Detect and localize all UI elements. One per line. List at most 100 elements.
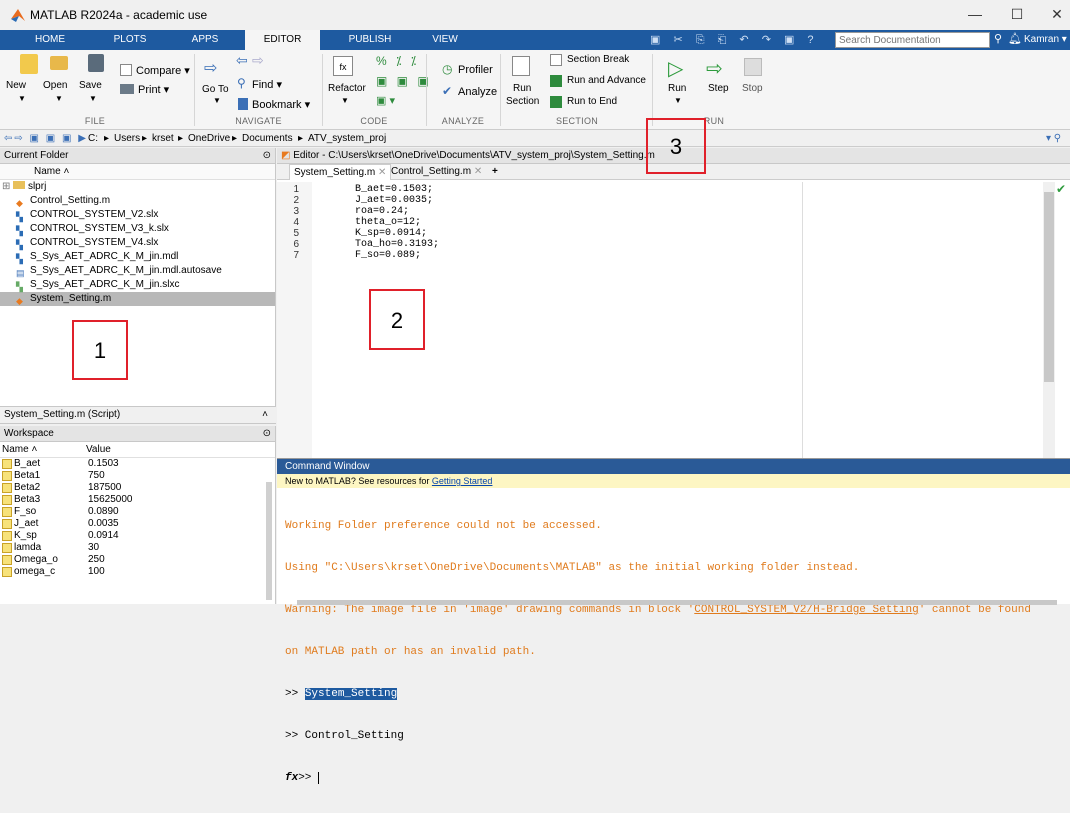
code-area[interactable]: B_aet=0.1503; J_aet=0.0035; roa=0.24; theta…: [355, 184, 439, 261]
open-dropdown-arrow-icon[interactable]: ▼: [55, 94, 63, 103]
comment-icons[interactable]: % ⁒ ⁒: [376, 54, 419, 68]
table-row[interactable]: omega_c 100: [0, 566, 275, 578]
m-file-icon: ◆: [16, 296, 23, 306]
workspace-scrollbar[interactable]: [266, 482, 272, 600]
bookmark-button[interactable]: Bookmark ▾: [252, 98, 310, 111]
tab-home[interactable]: HOME: [20, 30, 80, 50]
pane-menu-icon[interactable]: ⊙: [263, 426, 271, 442]
user-menu[interactable]: Kamran ▾: [1024, 34, 1067, 45]
run-section-button-label[interactable]: Section: [506, 96, 539, 107]
goto-button[interactable]: Go To: [202, 84, 229, 95]
code-line[interactable]: roa=0.24;: [355, 206, 439, 217]
new-dropdown-arrow-icon[interactable]: ▼: [18, 94, 26, 103]
list-item[interactable]: S_Sys_AET_ADRC_K_M_jin.slxc: [0, 278, 275, 292]
step-icon: ⇨: [706, 58, 723, 80]
refactor-button[interactable]: Refactor: [328, 83, 366, 94]
list-item[interactable]: CONTROL_SYSTEM_V3_k.slx: [0, 222, 275, 236]
new-tab-button[interactable]: +: [492, 164, 498, 180]
table-row[interactable]: Omega_o 250: [0, 554, 275, 566]
run-section-button[interactable]: Run: [513, 83, 531, 94]
list-item[interactable]: CONTROL_SYSTEM_V4.slx: [0, 236, 275, 250]
editor-scrollbar[interactable]: [1043, 182, 1055, 458]
pane-menu-icon[interactable]: ⊙: [263, 148, 271, 164]
command-window-scrollbar[interactable]: [297, 600, 1057, 605]
new-button[interactable]: New: [6, 80, 26, 91]
smart-indent-icon[interactable]: ▣ ▾: [376, 94, 395, 107]
fx-icon[interactable]: fx: [285, 772, 298, 784]
selected-command[interactable]: System_Setting: [304, 688, 398, 700]
details-bar[interactable]: System_Setting.m (Script) ˄: [0, 406, 276, 424]
maximize-button[interactable]: ☐: [1002, 6, 1032, 26]
path-onedrive[interactable]: OneDrive: [188, 131, 230, 147]
stop-button[interactable]: Stop: [742, 83, 763, 94]
close-button[interactable]: ✕: [1042, 6, 1070, 26]
folder-nav-icons[interactable]: ⇦⇨ ▣ ▣ ▣ ▶: [4, 131, 88, 147]
getting-started-link[interactable]: Getting Started: [432, 476, 493, 486]
save-button[interactable]: Save: [79, 80, 102, 91]
profiler-button[interactable]: Profiler: [458, 64, 493, 76]
list-item-selected[interactable]: System_Setting.m: [0, 292, 275, 306]
table-row[interactable]: Beta1 750: [0, 470, 275, 482]
open-button[interactable]: Open: [43, 80, 67, 91]
table-row[interactable]: Beta2 187500: [0, 482, 275, 494]
code-line[interactable]: K_sp=0.0914;: [355, 228, 439, 239]
analyze-button[interactable]: Analyze: [458, 86, 497, 98]
minimize-button[interactable]: —: [960, 6, 990, 26]
forward-arrow-icon[interactable]: ⇨: [252, 52, 264, 69]
tab-control-setting[interactable]: Control_Setting.m ✕: [387, 164, 486, 180]
goto-dropdown-arrow-icon[interactable]: ▼: [213, 96, 221, 105]
print-button[interactable]: Print ▾: [138, 83, 169, 96]
path-dropdown-icon[interactable]: ▾ ⚲: [1046, 131, 1061, 147]
table-row[interactable]: K_sp 0.0914: [0, 530, 275, 542]
find-button[interactable]: Find ▾: [252, 78, 282, 91]
code-line[interactable]: J_aet=0.0035;: [355, 195, 439, 206]
path-documents[interactable]: Documents: [242, 131, 293, 147]
bell-icon[interactable]: 🔔︎: [1008, 32, 1022, 45]
section-break-button[interactable]: Section Break: [567, 54, 629, 65]
folder-column-header[interactable]: Name ˄: [0, 164, 275, 180]
path-krset[interactable]: krset: [152, 131, 174, 147]
list-item-folder[interactable]: ⊞ slprj: [0, 180, 275, 194]
list-item[interactable]: CONTROL_SYSTEM_V2.slx: [0, 208, 275, 222]
run-dropdown-arrow-icon[interactable]: ▼: [674, 96, 682, 105]
goto-icon: ⇨: [204, 60, 218, 77]
block-link[interactable]: CONTROL_SYSTEM_V2/H-Bridge Setting: [694, 604, 918, 616]
run-and-advance-button[interactable]: Run and Advance: [567, 75, 646, 86]
run-to-end-button[interactable]: Run to End: [567, 96, 617, 107]
code-line[interactable]: F_so=0.089;: [355, 250, 439, 261]
table-row[interactable]: F_so 0.0890: [0, 506, 275, 518]
tab-publish[interactable]: PUBLISH: [335, 30, 405, 50]
address-bar[interactable]: ⇦⇨ ▣ ▣ ▣ ▶ C: ▸ Users ▸ krset ▸ OneDrive…: [0, 131, 1070, 147]
tab-view[interactable]: VIEW: [420, 30, 470, 50]
workspace-column-header[interactable]: Name ˄ Value: [0, 442, 275, 458]
tab-plots[interactable]: PLOTS: [100, 30, 160, 50]
right-margin-line: [802, 182, 803, 458]
refactor-dropdown-arrow-icon[interactable]: ▼: [341, 96, 349, 105]
list-item[interactable]: S_Sys_AET_ADRC_K_M_jin.mdl: [0, 250, 275, 264]
command-window[interactable]: Command Window New to MATLAB? See resour…: [277, 458, 1070, 784]
step-button[interactable]: Step: [708, 83, 729, 94]
table-row[interactable]: Beta3 15625000: [0, 494, 275, 506]
back-arrow-icon[interactable]: ⇦: [236, 52, 248, 69]
compare-button[interactable]: Compare ▾: [136, 64, 190, 77]
table-row[interactable]: B_aet 0.1503: [0, 458, 275, 470]
quick-access-toolbar[interactable]: ▣ ✂ ⎘ ⎗ ↶ ↷ ▣ ? ◉: [650, 33, 830, 60]
list-item[interactable]: Control_Setting.m: [0, 194, 275, 208]
list-item[interactable]: S_Sys_AET_ADRC_K_M_jin.mdl.autosave: [0, 264, 275, 278]
search-input[interactable]: [835, 32, 990, 48]
save-dropdown-arrow-icon[interactable]: ▼: [89, 94, 97, 103]
path-users[interactable]: Users: [114, 131, 140, 147]
code-line[interactable]: theta_o=12;: [355, 217, 439, 228]
path-project[interactable]: ATV_system_proj: [308, 131, 386, 147]
tab-apps[interactable]: APPS: [180, 30, 230, 50]
tab-editor[interactable]: EDITOR: [245, 30, 320, 50]
indent-icons[interactable]: ▣ ▣ ▣: [376, 74, 432, 88]
tab-system-setting[interactable]: System_Setting.m ✕: [289, 164, 392, 180]
search-icon[interactable]: ⚲: [994, 32, 1002, 45]
code-line[interactable]: Toa_ho=0.3193;: [355, 239, 439, 250]
code-line[interactable]: B_aet=0.1503;: [355, 184, 439, 195]
run-button[interactable]: Run: [668, 83, 686, 94]
table-row[interactable]: lamda 30: [0, 542, 275, 554]
table-row[interactable]: J_aet 0.0035: [0, 518, 275, 530]
path-root[interactable]: C:: [88, 131, 98, 147]
